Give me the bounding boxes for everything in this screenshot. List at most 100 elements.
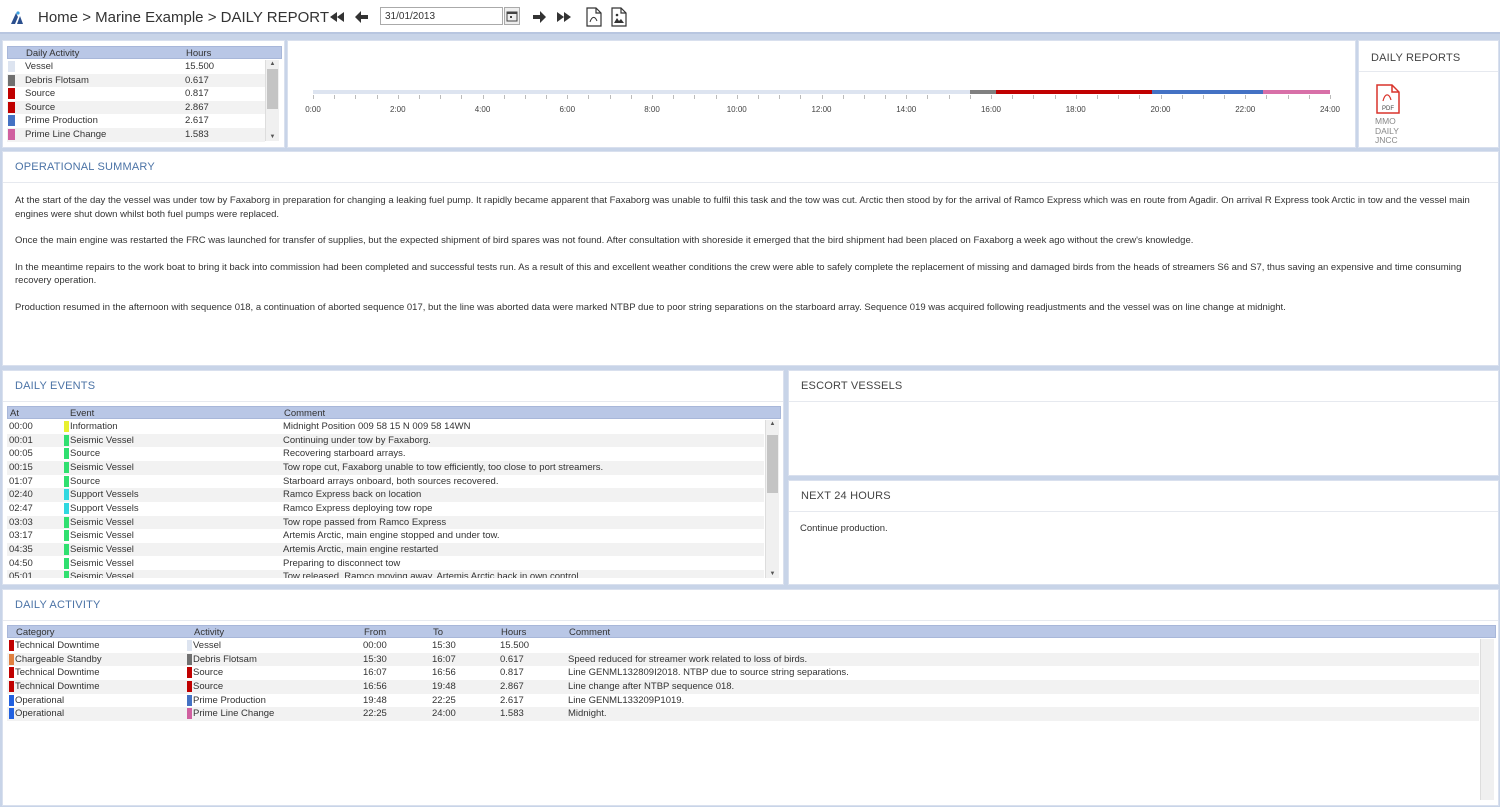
first-day-button[interactable] <box>328 10 346 24</box>
timeline-segment[interactable] <box>969 90 996 94</box>
table-row[interactable]: 01:07 Source Starboard arrays onboard, bot… <box>7 475 764 489</box>
table-row[interactable]: 04:35 Seismic Vessel Artemis Arctic, main … <box>7 542 764 557</box>
export-image-icon[interactable] <box>611 7 627 27</box>
table-row[interactable]: Technical Downtime Source 16:56 19:48 2.867 L… <box>7 679 1479 694</box>
breadcrumb-project[interactable]: Marine Example <box>95 9 203 26</box>
report-date-input[interactable] <box>380 7 503 25</box>
table-row[interactable]: 00:05 Source Recovering starboard arrays. <box>7 447 764 461</box>
column-header-category[interactable]: Category <box>16 627 55 638</box>
timeline-tick-label: 6:00 <box>559 105 576 114</box>
table-row[interactable]: 04:50 Seismic Vessel Preparing to disconne… <box>7 557 764 571</box>
table-row[interactable]: 03:03 Seismic Vessel Tow rope passed from … <box>7 515 764 530</box>
table-row[interactable]: 00:15 Seismic Vessel Tow rope cut, Faxabor… <box>7 460 764 475</box>
event-time: 04:35 <box>9 543 33 555</box>
list-item[interactable]: Debris Flotsam 0.617 <box>7 73 265 88</box>
pdf-document-icon[interactable]: PDF <box>1375 83 1401 115</box>
table-row[interactable]: 03:17 Seismic Vessel Artemis Arctic, main … <box>7 529 764 543</box>
grid-header: Category Activity From To Hours Comment <box>7 625 1496 638</box>
table-row[interactable]: 05:01 Seismic Vessel Tow released. Ramco m… <box>7 570 764 578</box>
scroll-down-icon[interactable]: ▼ <box>766 570 779 578</box>
activity-hours-scrollbar[interactable]: ▲ ▼ <box>265 60 279 141</box>
last-day-button[interactable] <box>555 10 573 24</box>
list-item[interactable]: Source 0.817 <box>7 87 265 101</box>
timeline-segment[interactable] <box>1262 90 1330 94</box>
activity-to: 19:48 <box>432 680 456 692</box>
table-row[interactable]: Chargeable Standby Debris Flotsam 15:30 16:… <box>7 652 1479 667</box>
activity-color-swatch <box>187 694 192 706</box>
table-row[interactable]: Technical Downtime Source 16:07 16:56 0.817 L… <box>7 666 1479 680</box>
scroll-up-icon[interactable]: ▲ <box>766 420 779 428</box>
export-pdf-icon[interactable] <box>586 7 602 27</box>
daily-events-title: DAILY EVENTS <box>15 380 96 392</box>
table-row[interactable]: 00:01 Seismic Vessel Continuing under tow … <box>7 433 764 448</box>
event-type: Seismic Vessel <box>70 434 134 446</box>
scroll-up-icon[interactable]: ▲ <box>266 60 279 68</box>
color-swatch <box>8 101 15 113</box>
scroll-thumb[interactable] <box>267 69 278 109</box>
activity-category: Technical Downtime <box>15 680 100 692</box>
event-comment: Preparing to disconnect tow <box>283 557 401 569</box>
timeline-segment[interactable] <box>1030 90 1153 94</box>
breadcrumb-home[interactable]: Home <box>38 9 78 26</box>
timeline-tick-label: 18:00 <box>1065 105 1086 114</box>
activity-color-swatch <box>187 640 192 651</box>
list-item[interactable]: Vessel 15.500 <box>7 60 265 74</box>
event-color-swatch <box>64 475 69 487</box>
calendar-button[interactable] <box>504 7 520 25</box>
activity-label: Debris Flotsam <box>25 74 89 86</box>
category-color-swatch <box>9 708 14 720</box>
next-day-button[interactable] <box>530 10 548 24</box>
table-row[interactable]: Operational Prime Production 19:48 22:25 2.6… <box>7 694 1479 708</box>
table-row[interactable]: 00:00 Information Midnight Position 009 58… <box>7 420 764 434</box>
timeline-tick <box>991 95 992 99</box>
column-header-hours[interactable]: Hours <box>501 627 526 638</box>
timeline-tick <box>1181 95 1183 99</box>
timeline-tick <box>334 95 336 99</box>
event-time: 01:07 <box>9 475 33 487</box>
table-row[interactable]: 02:40 Support Vessels Ramco Express back o… <box>7 488 764 502</box>
table-row[interactable]: Operational Prime Line Change 22:25 24:00 1.… <box>7 707 1479 721</box>
event-color-swatch <box>64 421 69 432</box>
column-header-to[interactable]: To <box>433 627 443 638</box>
list-item[interactable]: Prime Line Change 1.583 <box>7 128 265 142</box>
event-type: Source <box>70 448 101 460</box>
scroll-thumb[interactable] <box>767 435 778 493</box>
timeline-segment[interactable] <box>995 90 1031 94</box>
timeline-tick <box>355 95 357 99</box>
column-header-activity[interactable]: Activity <box>194 627 224 638</box>
daily-activity-scrollbar[interactable] <box>1480 639 1494 800</box>
activity-hours: 1.583 <box>500 708 524 720</box>
column-header-comment[interactable]: Comment <box>284 408 325 419</box>
timeline-segment[interactable] <box>1152 90 1263 94</box>
timeline-tick <box>779 95 781 99</box>
timeline-tick <box>800 95 802 99</box>
scroll-down-icon[interactable]: ▼ <box>266 133 279 141</box>
event-time: 00:01 <box>9 434 33 446</box>
table-row[interactable]: 02:47 Support Vessels Ramco Express deploy… <box>7 502 764 516</box>
app-logo-icon[interactable] <box>9 10 25 26</box>
color-swatch <box>8 61 15 72</box>
activity-label: Prime Production <box>25 115 98 127</box>
previous-day-button[interactable] <box>353 10 371 24</box>
activity-name: Debris Flotsam <box>193 653 257 665</box>
timeline-tick <box>863 95 865 99</box>
activity-comment: Speed reduced for streamer work related … <box>568 653 808 665</box>
timeline-segment[interactable] <box>313 90 970 94</box>
table-row[interactable]: Technical Downtime Vessel 00:00 15:30 15.500 <box>7 639 1479 653</box>
timeline-tick <box>757 95 759 99</box>
column-header-from[interactable]: From <box>364 627 386 638</box>
column-header-comment[interactable]: Comment <box>569 627 610 638</box>
report-document-label[interactable]: MMO DAILY JNCC <box>1375 116 1399 146</box>
column-header-at[interactable]: At <box>10 408 19 419</box>
activity-label: Vessel <box>25 61 53 72</box>
column-header-daily-activity[interactable]: Daily Activity <box>26 48 79 59</box>
list-item[interactable]: Prime Production 2.617 <box>7 114 265 128</box>
activity-label: Source <box>25 101 56 113</box>
event-color-swatch <box>64 571 69 578</box>
list-item[interactable]: Source 2.867 <box>7 100 265 115</box>
timeline-tick <box>1224 95 1226 99</box>
column-header-event[interactable]: Event <box>70 408 94 419</box>
daily-events-scrollbar[interactable]: ▲ ▼ <box>765 420 779 578</box>
column-header-hours[interactable]: Hours <box>186 48 211 59</box>
title-divider <box>3 401 783 402</box>
